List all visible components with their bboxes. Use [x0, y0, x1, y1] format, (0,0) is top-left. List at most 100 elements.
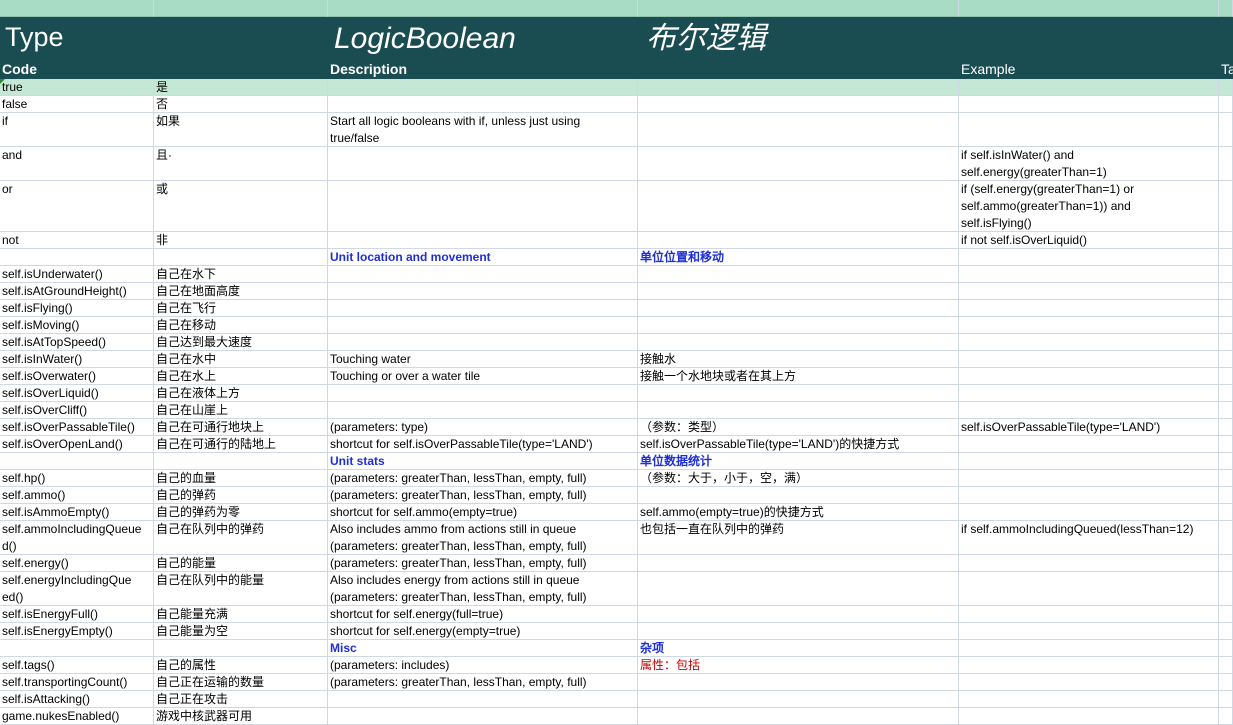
cell[interactable]	[959, 0, 1219, 17]
description-cn-cell[interactable]	[638, 572, 959, 606]
description-cn-cell[interactable]	[638, 79, 959, 96]
code-cell[interactable]: self.isEnergyEmpty()	[0, 623, 154, 640]
description-cell[interactable]: Unit location and movement	[328, 249, 638, 266]
description-cn-cell[interactable]: 接触水	[638, 351, 959, 368]
code-cn-cell[interactable]: 自己在水下	[154, 266, 328, 283]
description-cell[interactable]: Misc	[328, 640, 638, 657]
description-cn-cell[interactable]: self.ammo(empty=true)的快捷方式	[638, 504, 959, 521]
description-cn-cell[interactable]	[638, 487, 959, 504]
example-cell[interactable]	[959, 555, 1219, 572]
code-cn-cell[interactable]: 自己在山崖上	[154, 402, 328, 419]
description-cell[interactable]: (parameters: includes)	[328, 657, 638, 674]
code-cn-cell[interactable]: 自己在水上	[154, 368, 328, 385]
description-cn-cell[interactable]	[638, 283, 959, 300]
example-cell[interactable]	[959, 79, 1219, 96]
description-cell[interactable]: (parameters: greaterThan, lessThan, empt…	[328, 470, 638, 487]
description-cell[interactable]: Also includes energy from actions still …	[328, 572, 638, 606]
cell[interactable]	[0, 0, 154, 17]
extra-cell[interactable]	[1219, 555, 1233, 572]
description-cell[interactable]: shortcut for self.energy(empty=true)	[328, 623, 638, 640]
description-cn-cell[interactable]	[638, 708, 959, 725]
code-cell[interactable]: self.isMoving()	[0, 317, 154, 334]
description-cell[interactable]	[328, 96, 638, 113]
code-cn-cell[interactable]: 自己正在运输的数量	[154, 674, 328, 691]
example-cell[interactable]	[959, 504, 1219, 521]
extra-cell[interactable]	[1219, 572, 1233, 606]
example-cell[interactable]	[959, 623, 1219, 640]
description-cn-cell[interactable]	[638, 113, 959, 147]
code-cell[interactable]: true	[0, 79, 154, 96]
code-cn-cell[interactable]: 是	[154, 79, 328, 96]
example-cell[interactable]	[959, 283, 1219, 300]
extra-cell[interactable]	[1219, 351, 1233, 368]
extra-cell[interactable]	[1219, 232, 1233, 249]
banner-row[interactable]: Type LogicBoolean 布尔逻辑	[0, 17, 1233, 59]
extra-cell[interactable]	[1219, 470, 1233, 487]
code-cn-cell[interactable]: 游戏中核武器可用	[154, 708, 328, 725]
code-cn-cell[interactable]: 非	[154, 232, 328, 249]
code-cell[interactable]: false	[0, 96, 154, 113]
code-cell[interactable]: self.ammoIncludingQueue d()	[0, 521, 154, 555]
extra-cell[interactable]	[1219, 249, 1233, 266]
cell[interactable]	[154, 0, 328, 17]
extra-cell[interactable]	[1219, 436, 1233, 453]
description-cell[interactable]	[328, 232, 638, 249]
code-cell[interactable]: self.hp()	[0, 470, 154, 487]
code-cn-cell[interactable]: 自己在队列中的弹药	[154, 521, 328, 555]
code-cn-cell[interactable]	[154, 249, 328, 266]
extra-cell[interactable]	[1219, 691, 1233, 708]
cell[interactable]	[328, 0, 638, 17]
header-description-cn[interactable]	[638, 59, 959, 79]
description-cn-cell[interactable]	[638, 402, 959, 419]
example-cell[interactable]	[959, 691, 1219, 708]
description-cell[interactable]: (parameters: greaterThan, lessThan, empt…	[328, 674, 638, 691]
description-cell[interactable]	[328, 181, 638, 232]
extra-cell[interactable]	[1219, 606, 1233, 623]
description-cn-cell[interactable]	[638, 334, 959, 351]
description-cn-cell[interactable]	[638, 181, 959, 232]
cell[interactable]	[638, 0, 959, 17]
code-cn-cell[interactable]: 自己的能量	[154, 555, 328, 572]
example-cell[interactable]	[959, 249, 1219, 266]
description-cn-cell[interactable]	[638, 147, 959, 181]
extra-cell[interactable]	[1219, 266, 1233, 283]
description-cell[interactable]	[328, 708, 638, 725]
description-cell[interactable]: (parameters: greaterThan, lessThan, empt…	[328, 487, 638, 504]
code-cn-cell[interactable]: 如果	[154, 113, 328, 147]
example-cell[interactable]	[959, 266, 1219, 283]
example-cell[interactable]	[959, 96, 1219, 113]
description-cn-cell[interactable]	[638, 385, 959, 402]
header-extra[interactable]: Ta	[1219, 59, 1233, 79]
description-cell[interactable]: Also includes ammo from actions still in…	[328, 521, 638, 555]
header-example[interactable]: Example	[959, 59, 1219, 79]
extra-cell[interactable]	[1219, 623, 1233, 640]
header-code[interactable]: Code	[0, 59, 154, 79]
extra-cell[interactable]	[1219, 300, 1233, 317]
extra-cell[interactable]	[1219, 640, 1233, 657]
code-cell[interactable]: self.isOverwater()	[0, 368, 154, 385]
example-cell[interactable]	[959, 572, 1219, 606]
cell[interactable]	[1219, 0, 1233, 17]
extra-cell[interactable]	[1219, 487, 1233, 504]
example-cell[interactable]	[959, 385, 1219, 402]
code-cell[interactable]: self.isFlying()	[0, 300, 154, 317]
header-description[interactable]: Description	[328, 59, 638, 79]
example-cell[interactable]	[959, 708, 1219, 725]
description-cn-cell[interactable]	[638, 266, 959, 283]
description-cn-cell[interactable]: 也包括一直在队列中的弹药	[638, 521, 959, 555]
description-cell[interactable]	[328, 266, 638, 283]
code-cn-cell[interactable]: 自己在水中	[154, 351, 328, 368]
example-cell[interactable]	[959, 436, 1219, 453]
code-cell[interactable]: or	[0, 181, 154, 232]
description-cell[interactable]: Touching water	[328, 351, 638, 368]
extra-cell[interactable]	[1219, 657, 1233, 674]
code-cell[interactable]: self.isUnderwater()	[0, 266, 154, 283]
code-cn-cell[interactable]: 自己在移动	[154, 317, 328, 334]
code-cn-cell[interactable]: 自己能量为空	[154, 623, 328, 640]
code-cn-cell[interactable]: 自己的血量	[154, 470, 328, 487]
code-cn-cell[interactable]: 且·	[154, 147, 328, 181]
code-cell[interactable]: self.ammo()	[0, 487, 154, 504]
code-cell[interactable]: and	[0, 147, 154, 181]
description-cn-cell[interactable]	[638, 300, 959, 317]
description-cn-cell[interactable]: 单位数据统计	[638, 453, 959, 470]
